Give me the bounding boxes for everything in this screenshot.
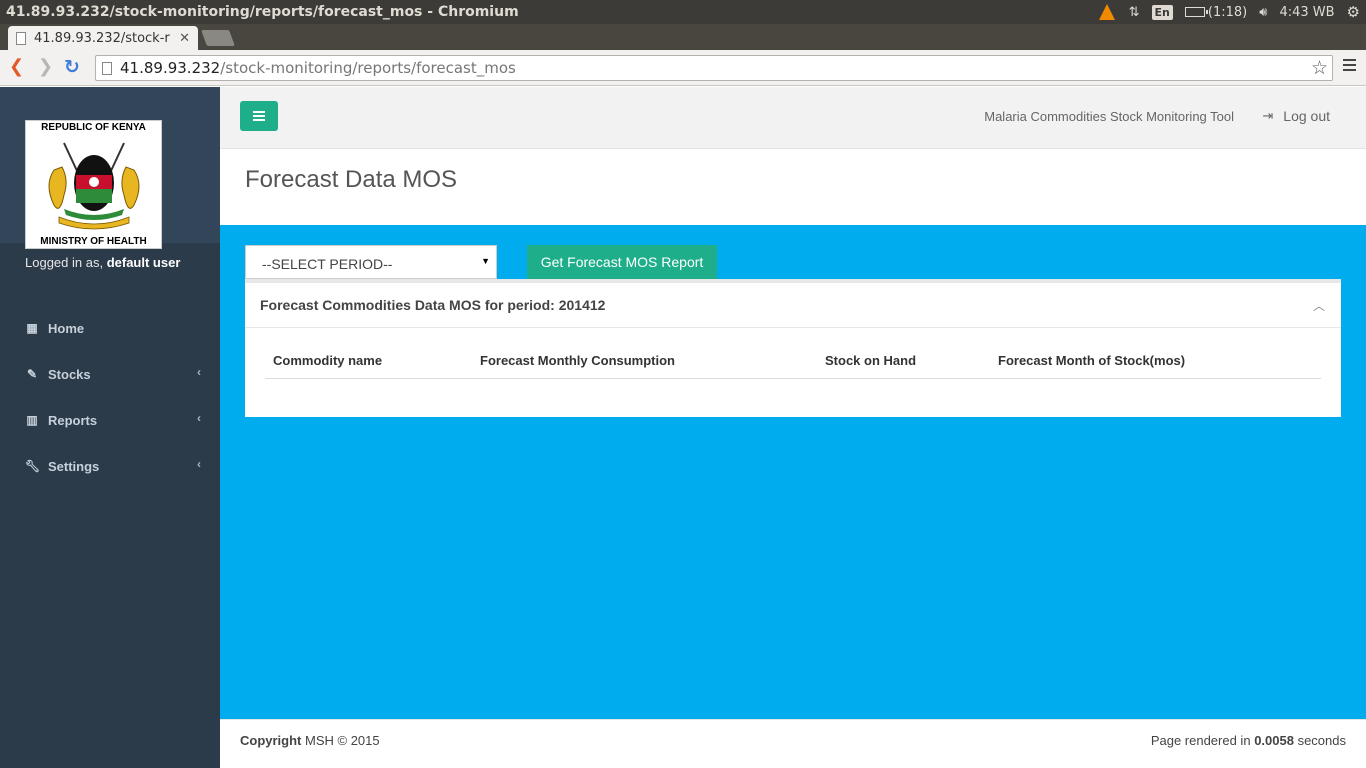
tool-name: Malaria Commodities Stock Monitoring Too… bbox=[984, 109, 1234, 124]
system-tray: ⇅ En (1:18) 🔊︎ 4:43 WB ⚙ bbox=[1098, 0, 1366, 24]
window-title: 41.89.93.232/stock-monitoring/reports/fo… bbox=[6, 4, 519, 20]
panel-title: Forecast Commodities Data MOS for period… bbox=[260, 297, 606, 313]
sidebar-item-stocks[interactable]: ✎ Stocks ‹ bbox=[0, 351, 220, 397]
sidebar-item-settings[interactable]: 🔧︎ Settings ‹ bbox=[0, 443, 220, 489]
logged-in-text: Logged in as, default user bbox=[25, 255, 180, 270]
sidebar-item-reports[interactable]: ▥ Reports ‹ bbox=[0, 397, 220, 443]
render-suffix: seconds bbox=[1297, 733, 1346, 748]
clock[interactable]: 4:43 WB bbox=[1279, 0, 1334, 24]
tab-strip: 41.89.93.232/stock-r ✕ bbox=[0, 24, 1366, 50]
logo-bottom-text: MINISTRY OF HEALTH bbox=[40, 236, 147, 247]
logout-label: Log out bbox=[1283, 108, 1330, 124]
tab-title: 41.89.93.232/stock-r bbox=[34, 30, 170, 46]
reload-icon[interactable]: ↻ bbox=[64, 58, 80, 77]
main-content: --SELECT PERIOD-- ▼ Get Forecast MOS Rep… bbox=[220, 225, 1366, 719]
coat-of-arms-icon bbox=[48, 142, 140, 230]
browser-menu-icon[interactable] bbox=[1343, 59, 1356, 74]
page-title: Forecast Data MOS bbox=[245, 166, 458, 193]
render-time: Page rendered in 0.0058 seconds bbox=[1151, 733, 1346, 748]
page-heading: Forecast Data MOS bbox=[220, 149, 1366, 225]
get-report-button[interactable]: Get Forecast MOS Report bbox=[527, 245, 717, 280]
edit-icon: ✎ bbox=[26, 367, 38, 381]
th-large-icon: ▦ bbox=[26, 321, 38, 335]
wrench-icon: 🔧︎ bbox=[25, 459, 41, 473]
page-icon bbox=[16, 31, 26, 45]
back-icon[interactable]: ❮ bbox=[9, 58, 24, 76]
column-header[interactable]: Forecast Monthly Consumption bbox=[480, 353, 675, 368]
forward-icon[interactable]: ❯ bbox=[38, 58, 53, 76]
vlc-icon[interactable] bbox=[1098, 4, 1115, 20]
render-time-value: 0.0058 bbox=[1254, 733, 1294, 748]
url-host: 41.89.93.232 bbox=[120, 59, 221, 77]
chevron-up-icon[interactable]: ︿ bbox=[1313, 297, 1325, 314]
lang-badge: En bbox=[1151, 4, 1173, 20]
panel-header: Forecast Commodities Data MOS for period… bbox=[245, 283, 1341, 328]
sidebar-item-label: Home bbox=[48, 320, 85, 336]
report-table: Commodity name Forecast Monthly Consumpt… bbox=[265, 353, 1321, 379]
os-top-bar: 41.89.93.232/stock-monitoring/reports/fo… bbox=[0, 0, 1366, 24]
column-header[interactable]: Stock on Hand bbox=[825, 353, 916, 368]
sidebar-item-label: Settings bbox=[48, 458, 100, 474]
sidebar-toggle-button[interactable] bbox=[240, 101, 278, 131]
logged-in-prefix: Logged in as, bbox=[25, 255, 104, 270]
copyright-label: Copyright bbox=[240, 733, 302, 748]
footer: Copyright MSH © 2015 Page rendered in 0.… bbox=[220, 719, 1366, 768]
kenya-coat-of-arms-logo: REPUBLIC OF KENYA MINISTRY OF HEALTH bbox=[25, 120, 162, 249]
bar-chart-icon: ▥ bbox=[26, 413, 38, 427]
keyboard-layout-indicator[interactable]: En bbox=[1151, 0, 1173, 24]
app-header: Malaria Commodities Stock Monitoring Too… bbox=[220, 87, 1366, 149]
volume-icon[interactable]: 🔊︎ bbox=[1259, 0, 1267, 24]
sidebar-profile: REPUBLIC OF KENYA MINISTRY OF HEALTH bbox=[0, 87, 220, 249]
battery-icon bbox=[1184, 7, 1208, 17]
address-bar[interactable]: 41.89.93.232/stock-monitoring/reports/fo… bbox=[95, 55, 1333, 81]
browser-toolbar: ❮ ❯ ↻ 41.89.93.232/stock-monitoring/repo… bbox=[0, 50, 1366, 86]
sign-out-icon: ⇥ bbox=[1262, 108, 1274, 123]
chevron-left-icon: ‹ bbox=[197, 411, 201, 425]
sidebar-item-label: Stocks bbox=[48, 366, 91, 382]
copyright-text: MSH © 2015 bbox=[305, 733, 380, 748]
page-icon bbox=[102, 61, 112, 75]
battery-indicator[interactable]: (1:18) bbox=[1184, 0, 1248, 24]
report-panel: Forecast Commodities Data MOS for period… bbox=[245, 279, 1341, 417]
column-header[interactable]: Commodity name bbox=[273, 353, 382, 368]
network-icon[interactable]: ⇅ bbox=[1129, 0, 1140, 24]
gear-icon[interactable]: ⚙ bbox=[1347, 0, 1360, 24]
caret-down-icon: ▼ bbox=[481, 256, 490, 266]
period-select-value: --SELECT PERIOD-- bbox=[262, 256, 393, 272]
close-icon[interactable]: ✕ bbox=[179, 31, 190, 46]
sidebar: REPUBLIC OF KENYA MINISTRY OF HEALTH Log… bbox=[0, 87, 220, 768]
period-select[interactable]: --SELECT PERIOD-- ▼ bbox=[245, 245, 497, 279]
battery-time: (1:18) bbox=[1207, 4, 1248, 20]
sidebar-nav: ▦ Home ✎ Stocks ‹ ▥ Reports ‹ 🔧︎ Setting… bbox=[0, 305, 220, 489]
username: default user bbox=[106, 255, 181, 270]
chevron-left-icon: ‹ bbox=[197, 365, 201, 379]
column-header[interactable]: Forecast Month of Stock(mos) bbox=[998, 353, 1185, 368]
copyright: Copyright MSH © 2015 bbox=[240, 733, 380, 748]
logout-link[interactable]: ⇥ Log out bbox=[1262, 108, 1330, 124]
new-tab-button[interactable] bbox=[201, 30, 235, 46]
chevron-left-icon: ‹ bbox=[197, 457, 201, 471]
logo-top-text: REPUBLIC OF KENYA bbox=[41, 122, 146, 133]
bookmark-star-icon[interactable]: ☆ bbox=[1311, 57, 1328, 79]
render-prefix: Page rendered in bbox=[1150, 733, 1251, 748]
url-path: /stock-monitoring/reports/forecast_mos bbox=[220, 59, 516, 77]
sidebar-item-label: Reports bbox=[48, 412, 98, 428]
browser-tab[interactable]: 41.89.93.232/stock-r ✕ bbox=[8, 26, 198, 50]
sidebar-item-home[interactable]: ▦ Home bbox=[0, 305, 220, 351]
